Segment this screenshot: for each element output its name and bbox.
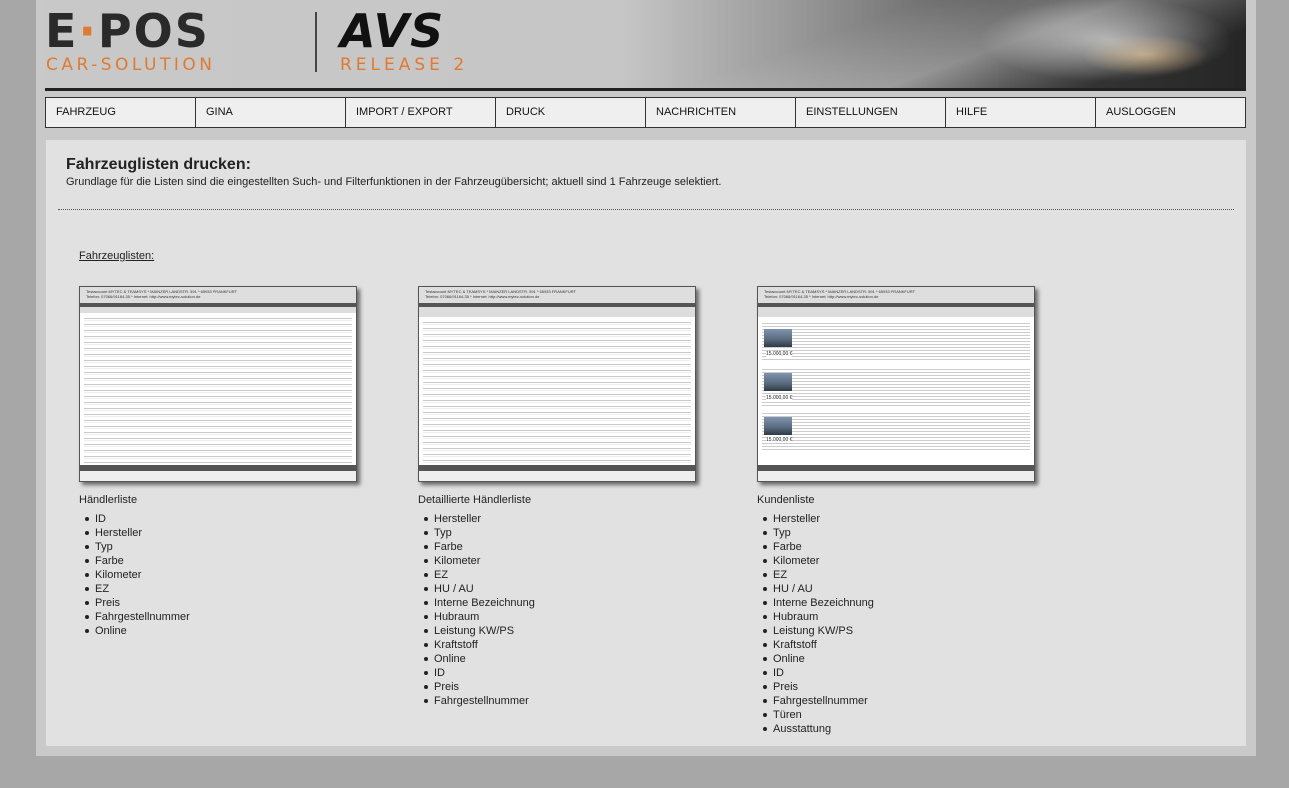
list-item: HU / AU	[761, 582, 1057, 596]
thumb-columns	[758, 307, 1034, 317]
list-item: Hersteller	[83, 526, 379, 540]
list-item: EZ	[422, 568, 718, 582]
list-item: Ausstattung	[761, 722, 1057, 736]
list-item: Fahrgestellnummer	[761, 694, 1057, 708]
thumb-header: Testaccount MYTEC & TEAMSYS * MAINZER LA…	[80, 287, 356, 303]
car-photo-icon	[764, 417, 792, 435]
field-list: Hersteller Typ Farbe Kilometer EZ HU / A…	[418, 512, 718, 708]
thumb-rows	[84, 315, 352, 463]
page-title: Fahrzeuglisten drucken:	[66, 156, 251, 173]
list-item: Farbe	[83, 554, 379, 568]
field-list: Hersteller Typ Farbe Kilometer EZ HU / A…	[757, 512, 1057, 736]
thumb-columns	[419, 307, 695, 317]
list-item: Hersteller	[761, 512, 1057, 526]
list-title: Detaillierte Händlerliste	[418, 494, 532, 506]
list-item: Fahrgestellnummer	[422, 694, 718, 708]
list-item: Farbe	[422, 540, 718, 554]
nav-item-fahrzeug[interactable]: FAHRZEUG	[46, 98, 196, 127]
list-item: Interne Bezeichnung	[422, 596, 718, 610]
thumb-footer	[758, 471, 1034, 481]
content-panel: Fahrzeuglisten drucken: Grundlage für di…	[46, 140, 1246, 746]
list-item: Leistung KW/PS	[761, 624, 1057, 638]
list-item: Farbe	[761, 540, 1057, 554]
list-item: Hubraum	[422, 610, 718, 624]
thumb-car-row	[762, 321, 1030, 361]
list-item: ID	[422, 666, 718, 680]
list-item: Leistung KW/PS	[422, 624, 718, 638]
car-photo-icon	[764, 329, 792, 347]
car-solution-logo-text: CAR-SOLUTION	[46, 55, 216, 75]
list-item: Preis	[761, 680, 1057, 694]
list-item: Preis	[83, 596, 379, 610]
thumb-car-row	[762, 367, 1030, 407]
nav-item-nachrichten[interactable]: NACHRICHTEN	[646, 98, 796, 127]
list-item: Kilometer	[422, 554, 718, 568]
car-headlight-image	[686, 0, 1246, 88]
list-title: Kundenliste	[757, 494, 815, 506]
list-item: EZ	[83, 582, 379, 596]
dotted-divider	[58, 209, 1234, 210]
list-item: Online	[761, 652, 1057, 666]
list-item: Kraftstoff	[422, 638, 718, 652]
main-nav: FAHRZEUG GINA IMPORT / EXPORT DRUCK NACH…	[45, 97, 1246, 128]
list-item: Interne Bezeichnung	[761, 596, 1057, 610]
list-item: ID	[83, 512, 379, 526]
list-column-haendlerliste: Testaccount MYTEC & TEAMSYS * MAINZER LA…	[79, 286, 379, 638]
nav-item-gina[interactable]: GINA	[196, 98, 346, 127]
list-item: Typ	[422, 526, 718, 540]
thumb-footer	[419, 471, 695, 481]
thumb-rows	[423, 319, 691, 463]
thumb-price: 15.000,00 €	[766, 351, 793, 357]
car-photo-icon	[764, 373, 792, 391]
nav-item-ausloggen[interactable]: AUSLOGGEN	[1096, 98, 1246, 127]
list-item: Kilometer	[83, 568, 379, 582]
avs-logo: AVS	[340, 4, 445, 58]
page: E·POS CAR-SOLUTION AVS RELEASE 2 FAHRZEU…	[36, 0, 1256, 756]
list-item: Fahrgestellnummer	[83, 610, 379, 624]
list-item: EZ	[761, 568, 1057, 582]
list-title: Händlerliste	[79, 494, 138, 506]
list-item: Preis	[422, 680, 718, 694]
list-item: Hubraum	[761, 610, 1057, 624]
release-label: RELEASE 2	[340, 55, 469, 75]
header-banner: E·POS CAR-SOLUTION AVS RELEASE 2	[45, 0, 1246, 91]
list-item: Hersteller	[422, 512, 718, 526]
epos-logo: E·POS	[45, 4, 210, 58]
section-label-fahrzeuglisten: Fahrzeuglisten:	[79, 250, 155, 262]
list-column-detaillierte-haendlerliste: Testaccount MYTEC & TEAMSYS * MAINZER LA…	[418, 286, 718, 708]
list-item: Online	[422, 652, 718, 666]
list-item: Kilometer	[761, 554, 1057, 568]
field-list: ID Hersteller Typ Farbe Kilometer EZ Pre…	[79, 512, 379, 638]
nav-item-import-export[interactable]: IMPORT / EXPORT	[346, 98, 496, 127]
thumb-header: Testaccount MYTEC & TEAMSYS * MAINZER LA…	[758, 287, 1034, 303]
nav-item-druck[interactable]: DRUCK	[496, 98, 646, 127]
nav-item-hilfe[interactable]: HILFE	[946, 98, 1096, 127]
thumb-footer	[80, 471, 356, 481]
thumb-price: 15.000,00 €	[766, 395, 793, 401]
list-item: Typ	[83, 540, 379, 554]
list-item: Typ	[761, 526, 1057, 540]
list-item: ID	[761, 666, 1057, 680]
thumb-header: Testaccount MYTEC & TEAMSYS * MAINZER LA…	[419, 287, 695, 303]
list-item: Online	[83, 624, 379, 638]
thumb-price: 15.000,00 €	[766, 437, 793, 443]
list-item: Kraftstoff	[761, 638, 1057, 652]
kundenliste-preview-thumbnail[interactable]: Testaccount MYTEC & TEAMSYS * MAINZER LA…	[757, 286, 1035, 482]
list-column-kundenliste: Testaccount MYTEC & TEAMSYS * MAINZER LA…	[757, 286, 1057, 736]
thumb-car-row	[762, 411, 1030, 451]
thumb-phone-text: Telefon: 07066/91164-35 * Internet: http…	[425, 294, 540, 299]
thumb-phone-text: Telefon: 07066/91164-35 * Internet: http…	[86, 294, 201, 299]
nav-item-einstellungen[interactable]: EINSTELLUNGEN	[796, 98, 946, 127]
thumb-columns	[80, 307, 356, 313]
thumb-phone-text: Telefon: 07066/91164-35 * Internet: http…	[764, 294, 879, 299]
haendlerliste-preview-thumbnail[interactable]: Testaccount MYTEC & TEAMSYS * MAINZER LA…	[79, 286, 357, 482]
list-item: Türen	[761, 708, 1057, 722]
list-item: HU / AU	[422, 582, 718, 596]
page-subtitle: Grundlage für die Listen sind die einges…	[66, 176, 722, 188]
logo-divider	[315, 12, 317, 72]
detaillierte-haendlerliste-preview-thumbnail[interactable]: Testaccount MYTEC & TEAMSYS * MAINZER LA…	[418, 286, 696, 482]
